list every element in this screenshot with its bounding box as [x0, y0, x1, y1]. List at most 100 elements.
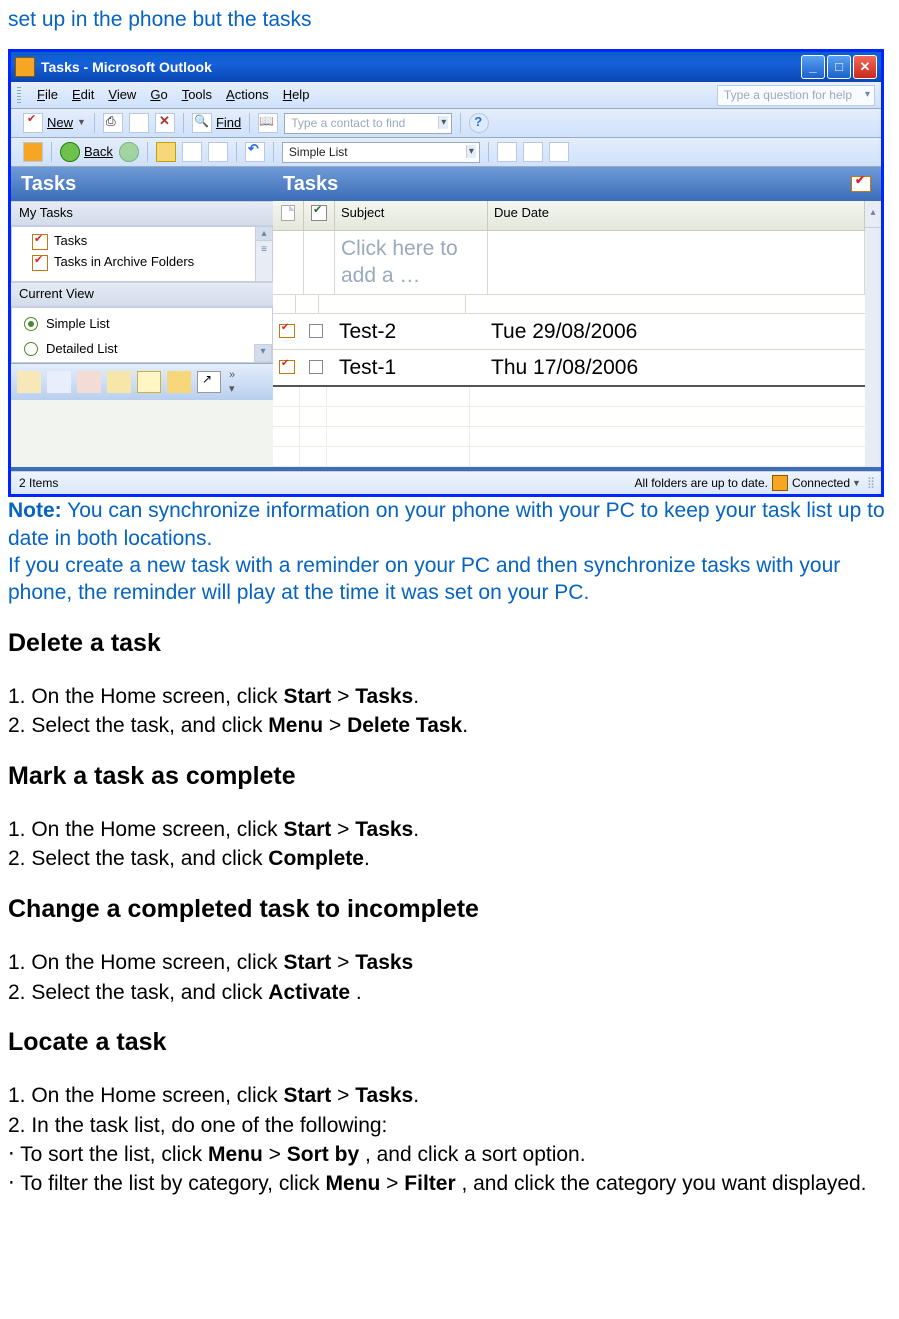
radio-label: Simple List [46, 316, 110, 333]
add-task-row[interactable]: Click here to add a … [273, 231, 865, 295]
new-task-icon[interactable]: ✔ [23, 113, 43, 133]
current-view-select[interactable]: Simple List [282, 142, 480, 164]
menu-tools[interactable]: Tools [182, 87, 212, 104]
calendar-icon[interactable] [47, 371, 71, 393]
standard-toolbar: ✔ New ▼ Find Type a contact to find [11, 109, 881, 138]
tree-item-archive[interactable]: Tasks in Archive Folders [18, 252, 266, 273]
folder-list-icon[interactable] [167, 371, 191, 393]
task-list-scrollbar[interactable]: ▴ [865, 201, 881, 467]
task-header-icon [851, 176, 871, 192]
print-preview-icon[interactable] [208, 142, 228, 162]
radio-on-icon [24, 317, 38, 331]
window-title: Tasks - Microsoft Outlook [41, 58, 212, 76]
separator [147, 142, 148, 162]
configure-buttons-icon[interactable]: »▾ [229, 368, 235, 397]
reading-pane-icon[interactable] [182, 142, 202, 162]
checkmark-icon [311, 205, 327, 221]
outlook-window: Tasks - Microsoft Outlook _ □ ✕ File Edi… [8, 49, 884, 497]
checkbox[interactable] [309, 360, 323, 374]
note-text-2: If you create a new task with a reminder… [8, 552, 891, 607]
checkbox[interactable] [309, 324, 323, 338]
tree-scrollbar[interactable] [255, 227, 272, 281]
heading-delete-task: Delete a task [8, 627, 891, 660]
note-label: Note: [8, 499, 62, 522]
help-icon[interactable] [469, 113, 489, 133]
menu-help[interactable]: Help [283, 87, 310, 104]
tasks-header: Tasks [273, 167, 881, 201]
note-text: You can synchronize information on your … [8, 499, 885, 549]
scroll-down-icon[interactable]: ▾ [254, 344, 272, 362]
col-icon[interactable] [273, 201, 304, 230]
radio-detailed-list[interactable]: Detailed List [18, 337, 266, 362]
forward-icon[interactable] [119, 142, 139, 162]
help-search-input[interactable]: Type a question for help [717, 85, 875, 107]
up-folder-icon[interactable] [156, 142, 176, 162]
tasks-header-label: Tasks [283, 171, 338, 197]
find-button[interactable]: Find [216, 115, 241, 132]
new-dropdown-icon[interactable]: ▼ [77, 117, 86, 129]
status-bar: 2 Items All folders are up to date. Conn… [11, 471, 881, 494]
menu-edit[interactable]: Edit [72, 87, 94, 104]
notes-icon[interactable] [137, 371, 161, 393]
tree-item-tasks[interactable]: Tasks [18, 231, 266, 252]
separator [249, 113, 250, 133]
address-book-icon[interactable] [258, 113, 278, 133]
move-to-folder-icon[interactable] [129, 113, 149, 133]
toolbar-icon-3[interactable] [549, 142, 569, 162]
mail-icon[interactable] [17, 371, 41, 393]
back-icon[interactable] [60, 142, 80, 162]
bullet: ‧ To filter the list by category, click … [8, 1170, 891, 1197]
separator [183, 113, 184, 133]
connection-icon [772, 475, 788, 491]
tasks-tree: Tasks Tasks in Archive Folders [11, 226, 273, 282]
menu-view[interactable]: View [108, 87, 136, 104]
close-button[interactable]: ✕ [853, 55, 877, 79]
top-fragment-text: set up in the phone but the tasks [8, 6, 891, 33]
empty-grid [273, 387, 865, 467]
col-subject[interactable]: Subject [335, 201, 488, 230]
col-complete[interactable] [304, 201, 335, 230]
new-button[interactable]: New [47, 115, 73, 132]
outlook-icon [15, 57, 35, 77]
shortcuts-icon[interactable] [197, 371, 221, 393]
find-icon[interactable] [192, 113, 212, 133]
toolbar-grip-icon [17, 87, 21, 103]
maximize-button[interactable]: □ [827, 55, 851, 79]
menu-file[interactable]: File [37, 87, 58, 104]
heading-mark-complete: Mark a task as complete [8, 760, 891, 793]
nav-shortcut-bar: »▾ [11, 363, 273, 401]
bullet: ‧ To sort the list, click Menu > Sort by… [8, 1141, 891, 1168]
nav-section-my-tasks: My Tasks [11, 201, 273, 226]
radio-simple-list[interactable]: Simple List [18, 312, 266, 337]
resize-grip-icon[interactable]: ⣿ [867, 476, 873, 490]
col-due-date[interactable]: Due Date [488, 201, 865, 230]
print-icon[interactable] [103, 113, 123, 133]
document-icon [281, 205, 295, 221]
tasks-icon[interactable] [107, 371, 131, 393]
menu-actions[interactable]: Actions [226, 87, 269, 104]
contacts-icon[interactable] [77, 371, 101, 393]
separator [51, 142, 52, 162]
delete-icon[interactable] [155, 113, 175, 133]
task-due: Tue 29/08/2006 [485, 316, 865, 347]
tree-label: Tasks [54, 233, 87, 250]
task-due: Thu 17/08/2006 [485, 352, 865, 383]
toolbar-icon-1[interactable] [497, 142, 517, 162]
task-row[interactable]: Test-2 Tue 29/08/2006 [273, 314, 865, 350]
task-icon [279, 360, 295, 374]
undo-icon[interactable] [245, 142, 265, 162]
task-row[interactable]: Test-1 Thu 17/08/2006 [273, 350, 865, 387]
menu-go[interactable]: Go [150, 87, 167, 104]
task-subject: Test-1 [333, 352, 485, 383]
minimize-button[interactable]: _ [801, 55, 825, 79]
separator [236, 142, 237, 162]
toolbar-icon-2[interactable] [523, 142, 543, 162]
outlook-today-icon[interactable] [23, 142, 43, 162]
connection-dropdown-icon[interactable]: ▼ [852, 478, 861, 490]
contact-search-input[interactable]: Type a contact to find [284, 113, 452, 135]
nav-header: Tasks [11, 167, 273, 201]
content-area: Tasks My Tasks Tasks Tasks in Archive Fo… [11, 167, 881, 467]
column-headers: Subject Due Date [273, 201, 865, 231]
step: 2. Select the task, and click Menu > Del… [8, 712, 891, 739]
back-button[interactable]: Back [84, 144, 113, 161]
